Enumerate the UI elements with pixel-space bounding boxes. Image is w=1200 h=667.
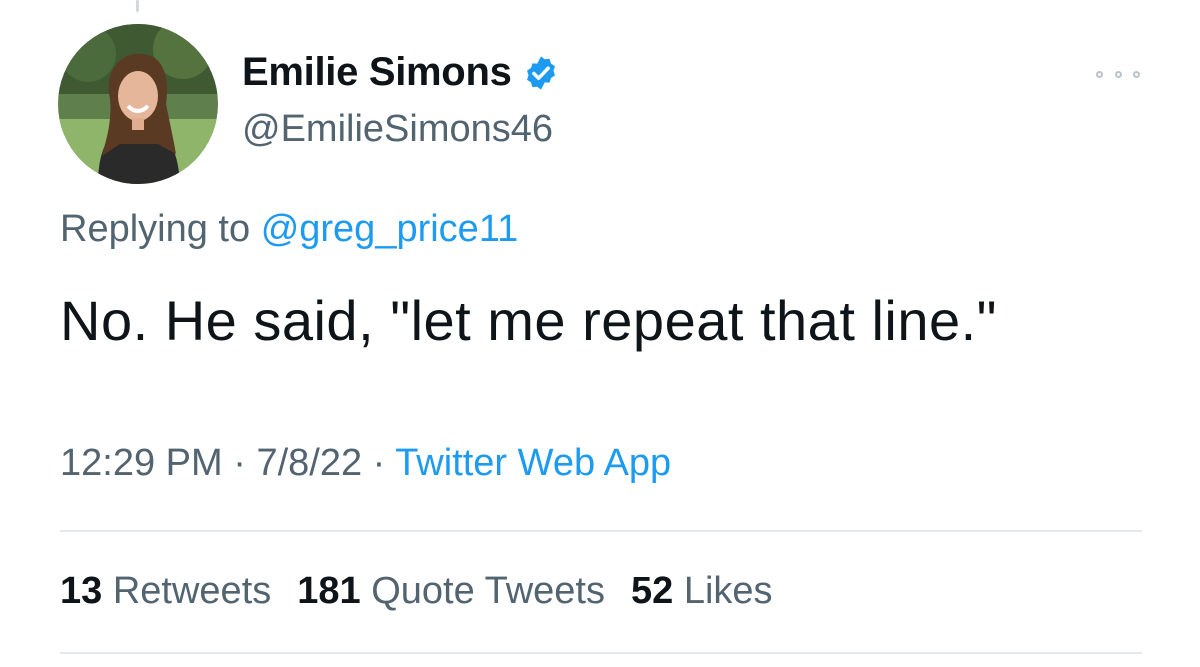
meta-separator: · [233,442,246,484]
replying-to-line: Replying to @greg_price11 [60,208,518,251]
tweet-text: No. He said, "let me repeat that line." [60,289,998,352]
meta-separator: · [372,442,386,484]
more-dot [1133,70,1140,78]
more-dot [1114,70,1122,78]
tweet-metadata: 12:29 PM · 7/8/22 · Twitter Web App [60,442,671,485]
more-options-icon[interactable] [1096,62,1140,86]
likes-label: Likes [683,570,773,612]
tweet-date[interactable]: 7/8/22 [256,442,362,484]
quotes-label: Quote Tweets [371,570,605,612]
likes-stat[interactable]: 52 Likes [631,570,773,613]
quotes-count: 181 [297,570,361,612]
likes-count: 52 [631,570,674,612]
more-dot [1096,70,1103,78]
engagement-stats: 13 Retweets 181 Quote Tweets 52 Likes [60,570,773,613]
author-name[interactable]: Emilie Simons [242,50,512,95]
avatar[interactable] [58,24,218,184]
replying-label: Replying to [60,208,251,250]
retweets-label: Retweets [112,570,272,612]
tweet-source-link[interactable]: Twitter Web App [395,442,671,484]
retweets-stat[interactable]: 13 Retweets [60,570,271,613]
retweets-count: 13 [60,570,103,612]
avatar-image [58,24,218,184]
author-name-row[interactable]: Emilie Simons [242,50,560,95]
tweet-time[interactable]: 12:29 PM [60,442,223,484]
divider [60,652,1142,654]
thread-connector-line [136,0,139,12]
divider [60,530,1142,532]
verified-badge-icon [522,54,560,92]
quote-tweets-stat[interactable]: 181 Quote Tweets [297,570,605,613]
reply-mention-link[interactable]: @greg_price11 [261,208,519,250]
author-handle[interactable]: @EmilieSimons46 [242,108,553,151]
